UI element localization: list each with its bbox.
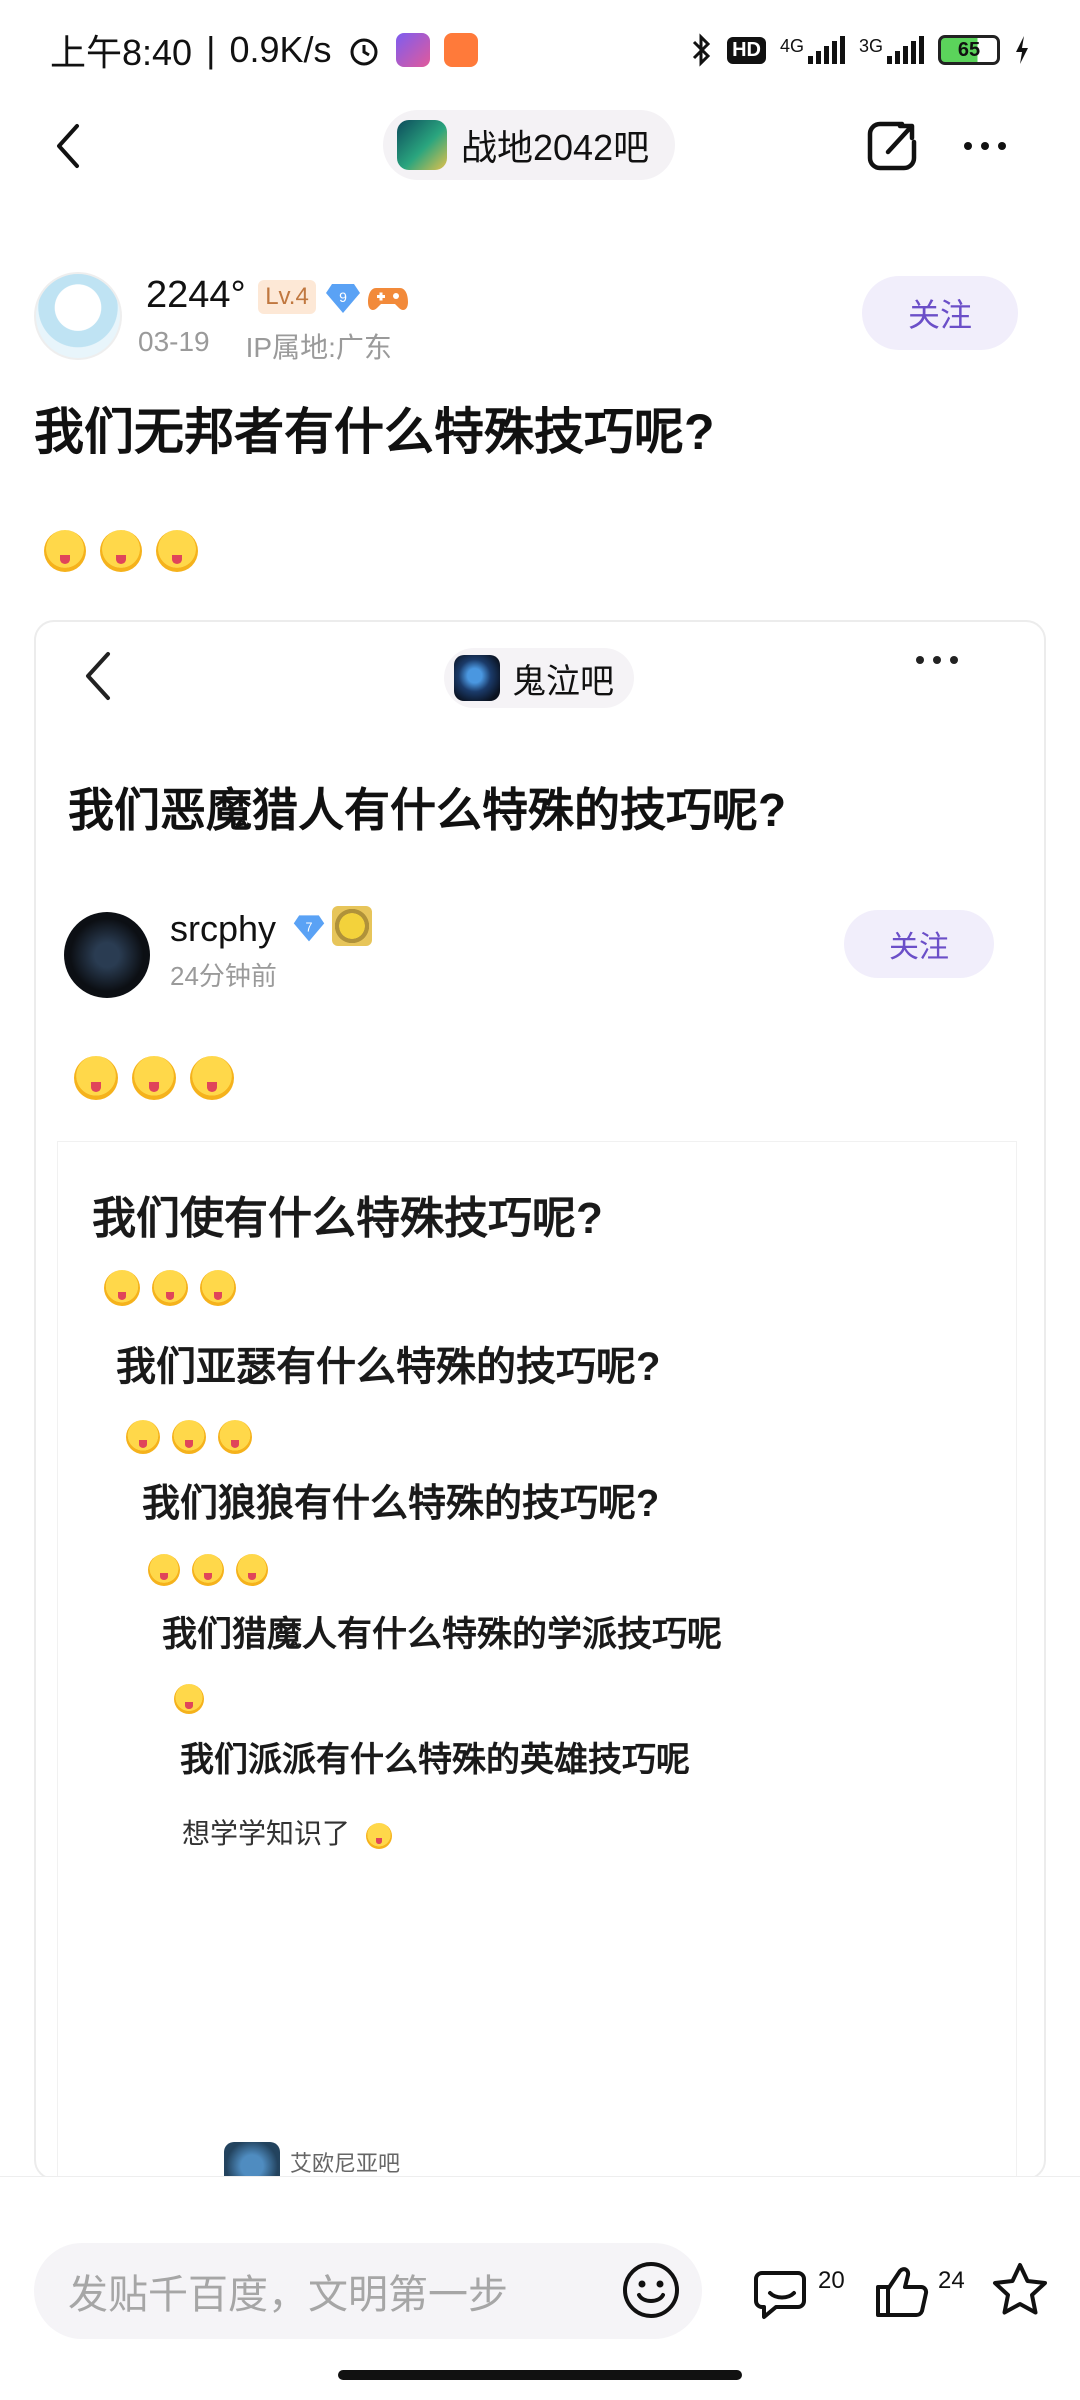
app-notification-icon (395, 33, 430, 67)
tongue-emoji-icon (236, 1554, 268, 1586)
emoji-row (148, 1554, 268, 1586)
status-net-speed: 0.9K/s (229, 29, 332, 70)
embedded-author-time: 24分钟前 (170, 961, 277, 991)
bluetooth-icon (693, 33, 711, 67)
tongue-emoji-icon (132, 1056, 176, 1100)
status-time: 上午8:40 (50, 32, 193, 73)
chevron-left-icon (86, 652, 110, 700)
nested-line: 我们派派有什么特殊的英雄技巧呢 (180, 1741, 690, 1779)
post-date: 03-19 (138, 326, 210, 357)
tongue-emoji-icon (126, 1420, 160, 1454)
tongue-emoji-icon (152, 1270, 188, 1306)
nested-line: 我们狼狼有什么特殊的技巧呢? (142, 1483, 660, 1525)
home-indicator[interactable] (338, 2370, 742, 2380)
emoji-smile-icon[interactable] (620, 2259, 682, 2321)
forum-avatar (397, 120, 447, 170)
embedded-author-name: srcphy (170, 908, 277, 949)
diamond-badge-icon: 7 (293, 915, 325, 942)
emoji-row (74, 1056, 234, 1100)
nested-line: 我们亚瑟有什么特殊的技巧呢? (116, 1345, 661, 1389)
sun-badge-icon (332, 906, 372, 946)
alarm-icon (350, 38, 377, 66)
nav-bar: 战地2042吧 (0, 100, 1080, 192)
embedded-follow-button: 关注 (844, 910, 994, 978)
status-bar: 上午8:40 | 0.9K/s HD 4G 3G 65 (0, 0, 1080, 100)
star-icon[interactable] (988, 2259, 1052, 2323)
nested-small-text: 想学学知识了 (182, 1812, 392, 1852)
embedded-badge-number: 7 (306, 920, 313, 934)
nested-footer-text: 艾欧尼亚吧 (290, 2151, 401, 2176)
emoji-row (174, 1684, 204, 1714)
emoji-row (44, 530, 198, 572)
signal-4g-icon: 4G (780, 36, 845, 64)
tongue-emoji-icon (100, 530, 142, 572)
diamond-badge-icon: 9 (326, 284, 360, 313)
charging-icon (1016, 36, 1028, 64)
share-icon[interactable] (862, 116, 922, 176)
tongue-emoji-icon (218, 1420, 252, 1454)
forum-name: 战地2042吧 (461, 127, 650, 168)
emoji-row (126, 1420, 252, 1454)
tongue-emoji-icon (44, 530, 86, 572)
embedded-forum-avatar (454, 655, 500, 701)
tongue-emoji-icon (200, 1270, 236, 1306)
diamond-badge-number: 9 (339, 289, 347, 305)
tongue-emoji-icon (365, 1822, 392, 1849)
follow-button[interactable]: 关注 (862, 276, 1018, 350)
post-title: 我们无邦者有什么特殊技巧呢? (34, 404, 715, 460)
comment-icon[interactable] (750, 2259, 814, 2323)
nested-line: 我们猎魔人有什么特殊的学派技巧呢 (162, 1615, 723, 1654)
tongue-emoji-icon (156, 530, 198, 572)
more-options-icon (916, 656, 958, 664)
shop-notification-icon (443, 33, 478, 67)
nested-forum-avatar (224, 2142, 280, 2178)
ip-location: IP属地:广东 (245, 332, 392, 363)
embedded-title: 我们恶魔猎人有什么特殊的技巧呢? (68, 784, 787, 836)
reply-input[interactable]: 发贴千百度，文明第一步 (34, 2243, 702, 2339)
back-button[interactable] (40, 118, 96, 174)
gamepad-icon (368, 288, 408, 310)
tongue-emoji-icon (190, 1056, 234, 1100)
reply-placeholder: 发贴千百度，文明第一步 (68, 2273, 508, 2317)
signal-3g-icon: 3G (859, 36, 924, 64)
bottom-bar: 发贴千百度，文明第一步 20 24 (0, 2176, 1080, 2400)
more-options-icon[interactable] (955, 118, 1015, 174)
author-meta: 03-19 IP属地:广东 (138, 326, 392, 366)
tongue-emoji-icon (104, 1270, 140, 1306)
embedded-author-avatar (64, 912, 150, 998)
tongue-emoji-icon (74, 1056, 118, 1100)
forum-pill[interactable]: 战地2042吧 (383, 110, 676, 180)
author-name[interactable]: 2244° (146, 274, 246, 317)
nested-line: 我们使有什么特殊技巧呢? (92, 1194, 603, 1243)
hd-icon: HD (727, 36, 766, 64)
tongue-emoji-icon (172, 1420, 206, 1454)
like-count: 24 (938, 2267, 965, 2294)
nested-screenshot: 我们使有什么特殊技巧呢? 我们亚瑟有什么特殊的技巧呢? 我们狼狼有什么特殊的技巧… (58, 1142, 1016, 2178)
tongue-emoji-icon (148, 1554, 180, 1586)
thumbs-up-icon[interactable] (870, 2259, 934, 2323)
chevron-left-icon (57, 124, 79, 168)
avatar[interactable] (34, 272, 122, 360)
post-author: 2244° Lv.4 9 03-19 IP属地:广东 关注 (34, 268, 1046, 368)
battery-icon: 65 (938, 35, 1000, 65)
embedded-forum-name: 鬼泣吧 (512, 662, 614, 701)
tongue-emoji-icon (192, 1554, 224, 1586)
emoji-row (104, 1270, 236, 1306)
embedded-forum-pill: 鬼泣吧 (444, 648, 634, 708)
level-badge: Lv.4 (258, 280, 316, 314)
tongue-emoji-icon (174, 1684, 204, 1714)
post-image[interactable]: 鬼泣吧 我们恶魔猎人有什么特殊的技巧呢? srcphy 7 24分钟前 关注 我… (34, 620, 1046, 2180)
comment-count: 20 (818, 2267, 845, 2294)
